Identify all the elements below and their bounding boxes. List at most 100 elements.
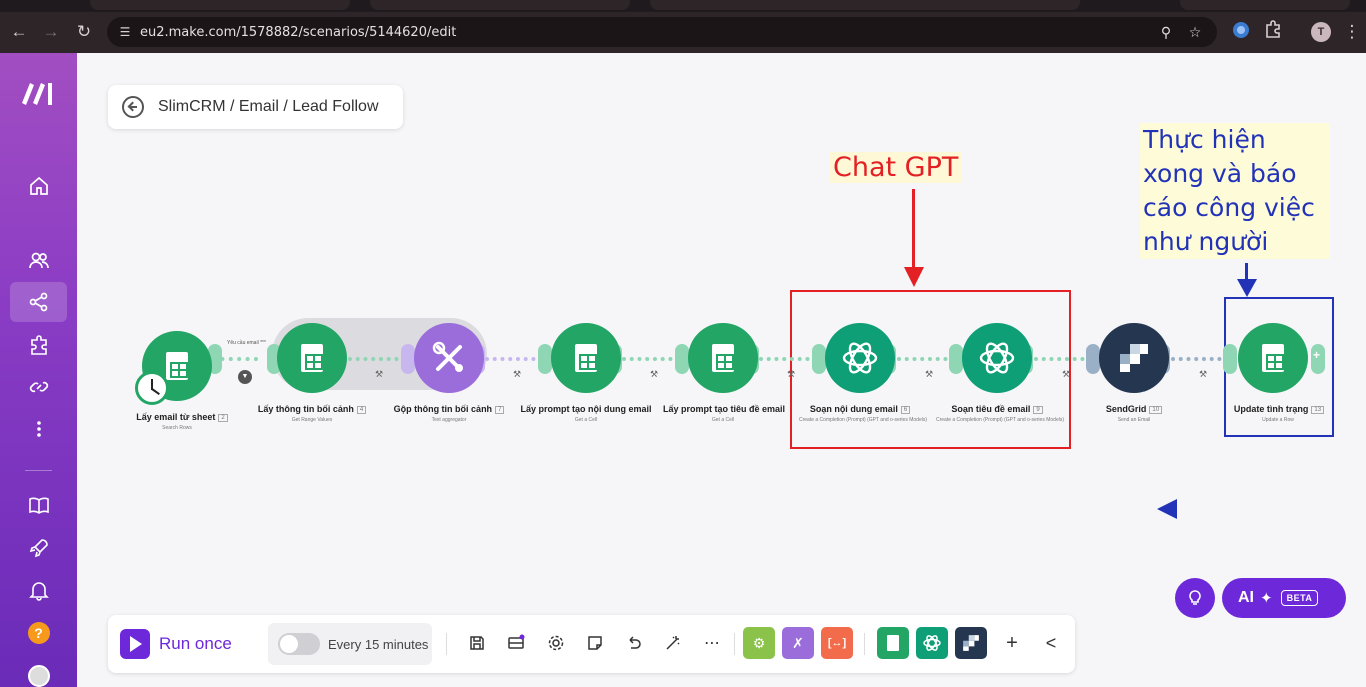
add-module-plus-icon[interactable]: + [1313,349,1325,361]
module-handle[interactable] [538,344,552,374]
module-name: Soạn nội dung email [809,404,898,414]
browser-tab[interactable] [650,0,1080,10]
sidebar-item-help[interactable]: ? [10,613,67,653]
module-label: SendGrid 10 [1084,404,1184,414]
sidebar-item-home[interactable] [10,166,67,206]
wrench-icon[interactable]: ⚒ [1062,369,1072,379]
notes-icon[interactable] [583,631,607,655]
module-soan-tieu-de-email[interactable] [962,323,1032,393]
publish-icon[interactable] [504,631,528,655]
filter-icon[interactable]: ▼ [238,370,252,384]
toolbar-divider [734,633,735,655]
sidebar-item-team[interactable] [10,240,67,280]
module-handle[interactable] [1086,344,1100,374]
module-update-tinh-trang[interactable] [1238,323,1308,393]
google-sheets-app-chip[interactable] [877,627,909,659]
browser-tab[interactable] [370,0,630,10]
wrench-icon[interactable]: ⚒ [1199,369,1209,379]
wrench-icon[interactable]: ⚒ [513,369,523,379]
openai-app-chip[interactable] [916,627,948,659]
schedule-clock-icon[interactable] [135,371,169,405]
wrench-icon[interactable]: ⚒ [925,369,935,379]
sendgrid-app-chip[interactable] [955,627,987,659]
launch-icon [29,539,48,558]
team-icon [28,252,49,269]
breadcrumb: SlimCRM / Email / Lead Follow [108,85,403,129]
module-number: 13 [1311,405,1325,414]
browser-tab[interactable] [1180,0,1350,10]
sidebar-item-more[interactable] [10,409,67,449]
sidebar-item-docs[interactable] [10,485,67,525]
scenario-canvas[interactable]: SlimCRM / Email / Lead Follow Chat GPT T… [77,53,1366,687]
flow-control-app-chip[interactable]: ✗ [782,627,814,659]
module-action: Text aggregator [431,417,467,423]
wrench-icon[interactable]: ⚒ [375,369,385,379]
module-handle[interactable] [675,344,689,374]
module-handle[interactable] [401,344,415,374]
module-action: Get Range Values [291,417,333,423]
site-info-icon[interactable]: ☰ [115,22,135,42]
schedule-control[interactable]: Every 15 minutes [268,623,432,665]
wrench-icon[interactable]: ⚒ [650,369,660,379]
module-handle[interactable] [949,344,963,374]
sidebar-item-connections[interactable] [10,367,67,407]
red-arrow [912,189,915,269]
scenario-path[interactable]: SlimCRM / Email / Lead Follow [158,98,379,116]
url-text[interactable]: eu2.make.com/1578882/scenarios/5144620/e… [140,25,456,40]
forward-icon[interactable]: → [39,20,63,44]
tools-icon [432,341,463,372]
back-arrow-icon[interactable] [122,96,144,118]
module-number: 9 [1033,405,1043,414]
module-label: Lấy email từ sheet 2 [127,412,237,422]
beta-badge: BETA [1280,590,1319,606]
play-icon [120,629,150,659]
hint-bulb-button[interactable] [1175,578,1215,618]
sidebar-item-profile[interactable] [10,656,67,687]
home-icon [29,176,48,195]
sidebar-divider [25,470,52,471]
sidebar-item-launch[interactable] [10,528,67,568]
extensions-puzzle-icon[interactable] [1261,20,1285,44]
schedule-toggle[interactable] [278,633,320,655]
settings-icon[interactable] [544,631,568,655]
google-sheets-icon [1262,344,1284,372]
module-handle[interactable] [1223,344,1237,374]
browser-tab[interactable] [90,0,350,10]
module-gop-thong-tin-boi-canh[interactable] [414,323,484,393]
module-lay-thong-tin-boi-canh[interactable] [277,323,347,393]
ai-assistant-button[interactable]: AI ✦ BETA [1222,578,1346,618]
make-logo[interactable] [20,79,58,105]
profile-avatar[interactable]: T [1311,22,1331,42]
module-label: Lấy prompt tạo tiêu đề email [655,404,793,414]
save-icon[interactable] [465,631,489,655]
wrench-icon[interactable]: ⚒ [787,369,797,379]
run-once-button[interactable]: Run once [120,629,232,659]
address-bar[interactable]: ☰ eu2.make.com/1578882/scenarios/5144620… [107,17,1217,47]
chatgpt-annotation: Chat GPT [829,152,963,183]
add-app-icon[interactable]: + [1000,631,1024,655]
schedule-label[interactable]: Every 15 minutes [328,637,428,652]
module-handle[interactable] [812,344,826,374]
reload-icon[interactable]: ↻ [72,20,96,44]
auto-align-icon[interactable] [661,631,685,655]
module-soan-noi-dung-email[interactable] [825,323,895,393]
extension-icon[interactable] [1229,20,1253,44]
browser-menu-icon[interactable]: ⋮ [1340,20,1364,44]
module-lay-prompt-tieu-de[interactable] [688,323,758,393]
text-parser-app-chip[interactable]: [↔] [821,627,853,659]
sidebar-item-scenarios[interactable] [10,282,67,322]
undo-icon[interactable] [622,631,646,655]
bookmark-star-icon[interactable]: ☆ [1186,23,1204,41]
module-lay-prompt-noi-dung[interactable] [551,323,621,393]
back-icon[interactable]: ← [7,20,31,44]
module-sendgrid[interactable] [1099,323,1169,393]
zoom-icon[interactable]: ⚲ [1157,23,1175,41]
google-sheets-icon [712,344,734,372]
red-arrow-head [904,267,924,287]
tools-app-chip[interactable]: ⚙ [743,627,775,659]
more-options-icon[interactable]: ⋯ [700,631,724,655]
module-name: Soạn tiêu đề email [951,404,1031,414]
sidebar-item-notifications[interactable] [10,570,67,610]
sidebar-item-templates[interactable] [10,325,67,365]
collapse-toolbar-icon[interactable]: < [1039,631,1063,655]
